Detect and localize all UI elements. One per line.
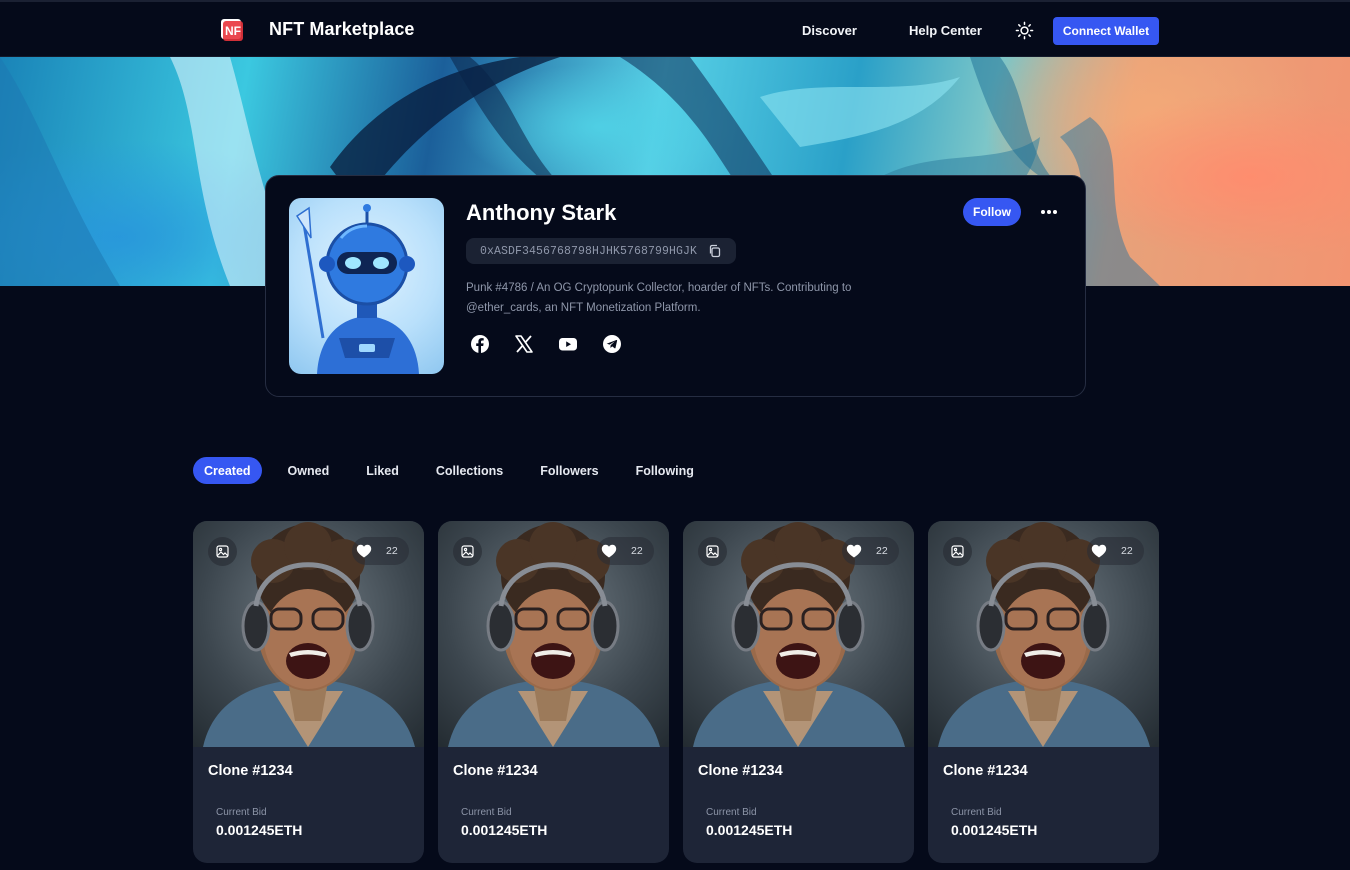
top-nav: NF NFT Marketplace Discover Help Center …: [0, 0, 1350, 57]
current-bid-label: Current Bid: [706, 807, 757, 818]
image-icon: [706, 545, 719, 558]
nft-image: 22: [193, 521, 424, 747]
heart-icon[interactable]: [356, 544, 372, 558]
image-icon: [216, 545, 229, 558]
nft-title: Clone #1234: [208, 763, 293, 779]
tab-followers[interactable]: Followers: [540, 457, 598, 484]
like-button[interactable]: 22: [352, 537, 409, 565]
image-type-badge: [208, 537, 237, 566]
nav-link-discover[interactable]: Discover: [802, 23, 857, 38]
image-icon: [461, 545, 474, 558]
follow-button[interactable]: Follow: [963, 198, 1021, 226]
tab-collections[interactable]: Collections: [436, 457, 503, 484]
copy-icon[interactable]: [708, 244, 722, 258]
nft-logo-icon[interactable]: NF: [219, 16, 245, 42]
profile-card: Anthony Stark 0xASDF3456768798HJHK576879…: [265, 175, 1086, 397]
nft-card[interactable]: 22 Clone #1234 Current Bid 0.001245ETH: [193, 521, 424, 863]
nft-card[interactable]: 22 Clone #1234 Current Bid 0.001245ETH: [928, 521, 1159, 863]
nft-card[interactable]: 22 Clone #1234 Current Bid 0.001245ETH: [438, 521, 669, 863]
current-bid-label: Current Bid: [461, 807, 512, 818]
nft-image: 22: [438, 521, 669, 747]
nft-title: Clone #1234: [698, 763, 783, 779]
robot-avatar-image: [295, 204, 419, 374]
like-count: 22: [876, 545, 888, 557]
profile-bio: Punk #4786 / An OG Cryptopunk Collector,…: [466, 282, 852, 314]
like-button[interactable]: 22: [1087, 537, 1144, 565]
youtube-icon[interactable]: [558, 334, 578, 354]
heart-icon[interactable]: [1091, 544, 1107, 558]
telegram-icon[interactable]: [602, 334, 622, 354]
image-icon: [951, 545, 964, 558]
current-bid-value: 0.001245ETH: [951, 822, 1038, 838]
current-bid-label: Current Bid: [216, 807, 267, 818]
image-type-badge: [943, 537, 972, 566]
more-options-icon[interactable]: [1038, 202, 1060, 222]
like-count: 22: [386, 545, 398, 557]
like-button[interactable]: 22: [597, 537, 654, 565]
nft-card[interactable]: 22 Clone #1234 Current Bid 0.001245ETH: [683, 521, 914, 863]
profile-name: Anthony Stark: [466, 200, 617, 225]
x-icon[interactable]: [514, 334, 534, 354]
avatar: [289, 198, 444, 374]
nft-title: Clone #1234: [453, 763, 538, 779]
social-links: [470, 334, 622, 354]
connect-wallet-button[interactable]: Connect Wallet: [1053, 17, 1159, 45]
nft-image: 22: [683, 521, 914, 747]
heart-icon[interactable]: [846, 544, 862, 558]
nft-title: Clone #1234: [943, 763, 1028, 779]
current-bid-value: 0.001245ETH: [706, 822, 793, 838]
tab-created[interactable]: Created: [193, 457, 262, 484]
tab-liked[interactable]: Liked: [366, 457, 399, 484]
heart-icon[interactable]: [601, 544, 617, 558]
brand-title[interactable]: NFT Marketplace: [269, 19, 415, 40]
image-type-badge: [698, 537, 727, 566]
current-bid-value: 0.001245ETH: [216, 822, 303, 838]
svg-text:NF: NF: [225, 24, 241, 38]
current-bid-value: 0.001245ETH: [461, 822, 548, 838]
sun-icon[interactable]: [1015, 21, 1034, 40]
wallet-address[interactable]: 0xASDF3456768798HJHK5768799HGJK: [466, 238, 736, 264]
like-count: 22: [1121, 545, 1133, 557]
like-button[interactable]: 22: [842, 537, 899, 565]
image-type-badge: [453, 537, 482, 566]
nav-link-help-center[interactable]: Help Center: [909, 23, 982, 38]
wallet-address-text: 0xASDF3456768798HJHK5768799HGJK: [480, 244, 698, 258]
facebook-icon[interactable]: [470, 334, 490, 354]
nft-image: 22: [928, 521, 1159, 747]
profile-tabs: Created Owned Liked Collections Follower…: [193, 457, 694, 484]
like-count: 22: [631, 545, 643, 557]
tab-following[interactable]: Following: [636, 457, 694, 484]
tab-owned[interactable]: Owned: [288, 457, 330, 484]
current-bid-label: Current Bid: [951, 807, 1002, 818]
